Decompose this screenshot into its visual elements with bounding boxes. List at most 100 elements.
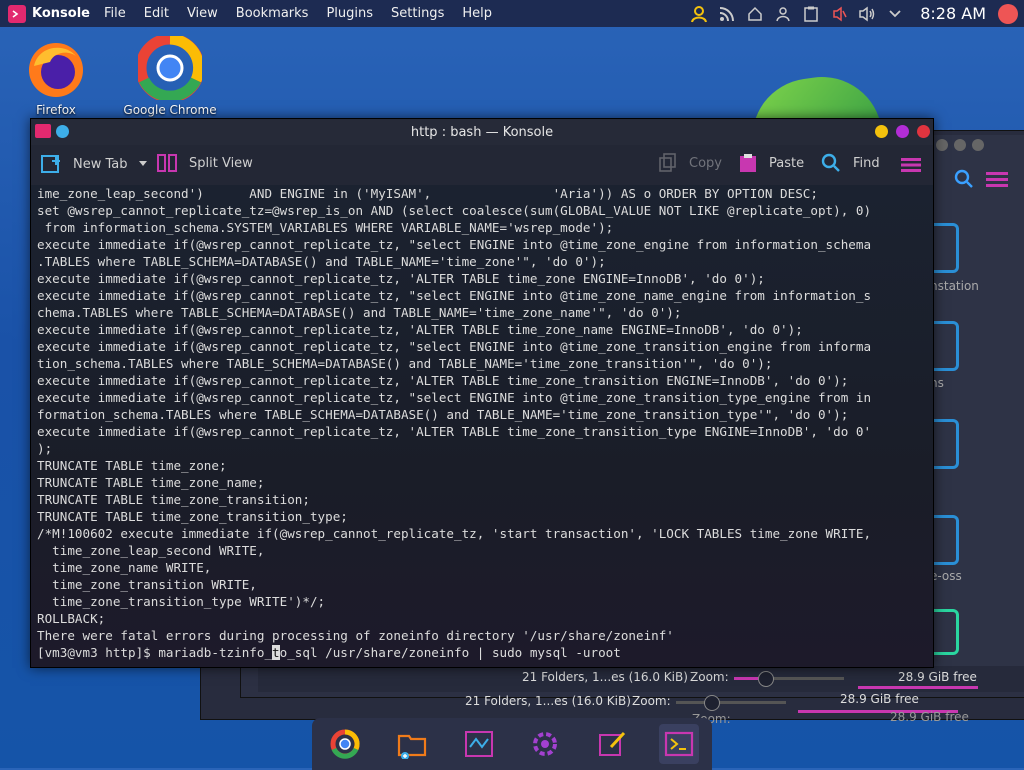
terminal-line: TRUNCATE TABLE time_zone_transition_type… xyxy=(37,509,348,524)
copy-icon xyxy=(659,153,676,172)
clock[interactable]: 8:28 AM xyxy=(920,4,986,23)
chrome-icon xyxy=(330,729,360,759)
menu-plugins[interactable]: Plugins xyxy=(326,6,373,21)
terminal-line: chema.TABLES where TABLE_SCHEMA=DATABASE… xyxy=(37,305,682,320)
avatar[interactable] xyxy=(998,3,1018,24)
person-icon[interactable] xyxy=(772,3,794,25)
free-space: 28.9 GiB free xyxy=(898,670,977,684)
terminal-line: .TABLES where TABLE_SCHEMA=DATABASE() an… xyxy=(37,254,606,269)
free-space: 28.9 GiB free xyxy=(890,710,969,724)
terminal-line: TRUNCATE TABLE time_zone_name; xyxy=(37,475,265,490)
terminal-output[interactable]: ime_zone_leap_second') AND ENGINE in ('M… xyxy=(31,185,933,667)
status-text: 21 Folders, 1...es (16.0 KiB) xyxy=(522,670,688,684)
search-icon xyxy=(821,153,840,172)
firefox-icon xyxy=(29,43,83,97)
terminal-line: time_zone_leap_second WRITE, xyxy=(37,543,265,558)
terminal-line: execute immediate if(@wsrep_cannot_repli… xyxy=(37,271,765,286)
paste-label: Paste xyxy=(769,155,805,171)
find-label: Find xyxy=(853,155,880,171)
volume-icon[interactable] xyxy=(856,3,878,25)
terminal-line: TRUNCATE TABLE time_zone; xyxy=(37,458,227,473)
menu-bookmarks[interactable]: Bookmarks xyxy=(236,6,309,21)
taskbar-konsole[interactable] xyxy=(658,724,699,764)
folder-icon[interactable] xyxy=(934,223,959,273)
new-tab-label: New Tab xyxy=(73,156,128,172)
paste-button[interactable]: Paste xyxy=(739,153,804,173)
terminal-line: time_zone_transition WRITE, xyxy=(37,577,257,592)
close-icon[interactable] xyxy=(917,125,930,138)
zoom-label: Zoom: xyxy=(632,694,671,708)
copy-button[interactable]: Copy xyxy=(659,153,722,173)
terminal-line: execute immediate if(@wsrep_cannot_repli… xyxy=(37,288,872,303)
terminal-line: execute immediate if(@wsrep_cannot_repli… xyxy=(37,373,849,388)
folder-icon[interactable] xyxy=(934,321,959,371)
zoom-label: Zoom: xyxy=(690,670,729,684)
chrome-icon xyxy=(135,33,205,103)
menu-icon xyxy=(901,158,921,172)
chevron-down-icon[interactable] xyxy=(884,3,906,25)
desktop-icon-chrome[interactable]: Google Chrome xyxy=(122,33,218,117)
new-tab-icon xyxy=(41,155,60,173)
taskbar-file-manager[interactable] xyxy=(392,724,432,764)
find-button[interactable]: Find xyxy=(821,153,880,173)
terminal-line: from information_schema.SYSTEM_VARIABLES… xyxy=(37,220,614,235)
minimize-icon[interactable] xyxy=(936,139,948,151)
prompt-text-after: o_sql /usr/share/zoneinfo | sudo mysql -… xyxy=(279,645,621,660)
menu-view[interactable]: View xyxy=(187,6,218,21)
new-tab-button[interactable]: New Tab xyxy=(41,153,148,175)
menu-edit[interactable]: Edit xyxy=(144,6,169,21)
split-view-icon xyxy=(157,154,177,172)
minimize-icon[interactable] xyxy=(875,125,888,138)
toolbar: New Tab Split View Copy Paste Find xyxy=(31,145,933,185)
taskbar-edit[interactable] xyxy=(592,724,632,764)
back-window-statusbar: 21 Folders, 1...es (16.0 KiB) Zoom: 28.9… xyxy=(258,666,1024,692)
mic-muted-icon[interactable] xyxy=(828,3,850,25)
folder-icon[interactable] xyxy=(934,515,959,565)
menu-icon[interactable] xyxy=(986,171,1008,191)
konsole-icon xyxy=(664,731,693,757)
taskbar-chrome[interactable] xyxy=(325,724,365,764)
terminal-line: ); xyxy=(37,441,53,456)
menu-settings[interactable]: Settings xyxy=(391,6,444,21)
desktop-icon-firefox[interactable]: Firefox xyxy=(18,36,94,117)
title-bar[interactable]: http : bash — Konsole xyxy=(31,119,933,145)
terminal-prompt-line[interactable]: [vm3@vm3 http]$ mariadb-tzinfo_to_sql /u… xyxy=(31,644,933,661)
menu-file[interactable]: File xyxy=(104,6,126,21)
home-icon[interactable] xyxy=(744,3,766,25)
settings-icon xyxy=(464,731,493,757)
desktop-icon-label: Firefox xyxy=(36,103,76,117)
terminal-line: tion_schema.TABLES where TABLE_SCHEMA=DA… xyxy=(37,356,773,371)
folder-label: nstation xyxy=(930,279,979,293)
folder-icon[interactable] xyxy=(934,609,959,655)
terminal-line: execute immediate if(@wsrep_cannot_repli… xyxy=(37,322,803,337)
split-view-button[interactable]: Split View xyxy=(157,153,253,173)
search-icon[interactable] xyxy=(954,169,974,193)
clipboard-icon[interactable] xyxy=(800,3,822,25)
paste-icon xyxy=(740,154,756,172)
terminal-line: execute immediate if(@wsrep_cannot_repli… xyxy=(37,237,872,252)
edit-icon xyxy=(598,731,626,756)
zoom-slider[interactable] xyxy=(676,695,786,711)
terminal-line: execute immediate if(@wsrep_cannot_repli… xyxy=(37,424,872,439)
close-icon[interactable] xyxy=(972,139,984,151)
window-title: http : bash — Konsole xyxy=(410,124,554,140)
terminal-line: set @wsrep_cannot_replicate_tz=@wsrep_is… xyxy=(37,203,872,218)
back-window-sidepanel: nstation ns i e-oss xyxy=(930,135,1024,690)
maximize-icon[interactable] xyxy=(954,139,966,151)
maximize-icon[interactable] xyxy=(896,125,909,138)
terminal-line: time_zone_transition_type WRITE')*/; xyxy=(37,594,326,609)
zoom-slider[interactable] xyxy=(734,671,844,687)
folder-icon[interactable] xyxy=(934,419,959,469)
terminal-line: There were fatal errors during processin… xyxy=(37,628,674,643)
hamburger-menu-button[interactable] xyxy=(901,157,921,173)
terminal-line: time_zone_name WRITE, xyxy=(37,560,212,575)
copy-label: Copy xyxy=(689,155,722,171)
taskbar-settings[interactable] xyxy=(459,724,499,764)
dropdown-arrow-icon[interactable] xyxy=(138,160,148,168)
user-icon[interactable] xyxy=(688,3,710,25)
taskbar-discover[interactable] xyxy=(525,724,565,764)
rss-icon[interactable] xyxy=(716,3,738,25)
taskbar-dock xyxy=(312,718,712,770)
text-cursor: t xyxy=(272,645,280,660)
menu-help[interactable]: Help xyxy=(462,6,492,21)
